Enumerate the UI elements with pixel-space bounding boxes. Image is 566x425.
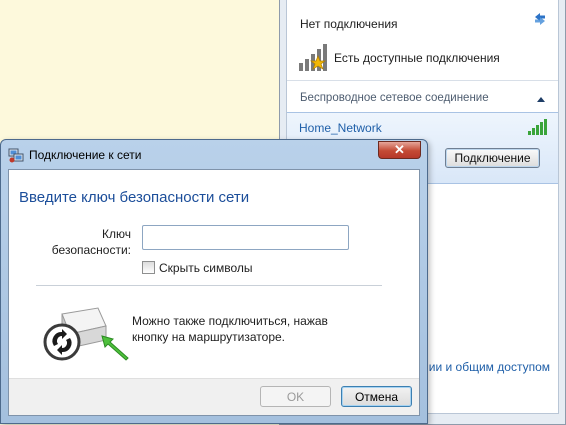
security-key-input[interactable] (142, 225, 349, 250)
wps-router-icon (43, 307, 129, 361)
connection-status: Нет подключения (300, 17, 398, 31)
dialog-heading: Введите ключ безопасности сети (19, 189, 250, 206)
divider (36, 285, 382, 286)
dialog-body: Введите ключ безопасности сети Ключ безо… (8, 169, 420, 416)
network-name: Home_Network (299, 121, 382, 135)
network-available-icon (299, 44, 327, 71)
wps-info-line2: кнопку на маршрутизаторе. (132, 330, 285, 344)
section-title: Беспроводное сетевое соединение (300, 92, 489, 104)
connect-dialog: Подключение к сети ✕ Введите ключ безопа… (0, 139, 428, 424)
hide-characters-label[interactable]: Скрыть символы (159, 261, 253, 275)
connect-button[interactable]: Подключение (445, 148, 540, 168)
divider (287, 80, 558, 81)
network-sharing-center-link[interactable]: ии и общим доступом (429, 360, 550, 374)
ok-button[interactable]: OK (260, 386, 331, 407)
hide-characters-checkbox[interactable] (142, 261, 155, 274)
available-connections-text: Есть доступные подключения (334, 51, 500, 65)
cancel-button[interactable]: Отмена (341, 386, 412, 407)
signal-strength-icon (528, 119, 547, 135)
security-key-label-line2: безопасности: (51, 243, 131, 257)
wps-info-text: Можно также подключиться, нажав кнопку н… (132, 313, 328, 345)
wps-info-line1: Можно также подключиться, нажав (132, 314, 328, 328)
close-button[interactable]: ✕ (378, 141, 421, 159)
security-key-label-line1: Ключ (102, 227, 131, 241)
collapse-icon[interactable] (537, 96, 545, 102)
security-key-label: Ключ безопасности: (29, 226, 131, 258)
dialog-title: Подключение к сети (29, 148, 142, 162)
network-icon (8, 148, 24, 163)
refresh-icon[interactable] (532, 11, 548, 27)
button-bar: OK Отмена (9, 378, 419, 415)
